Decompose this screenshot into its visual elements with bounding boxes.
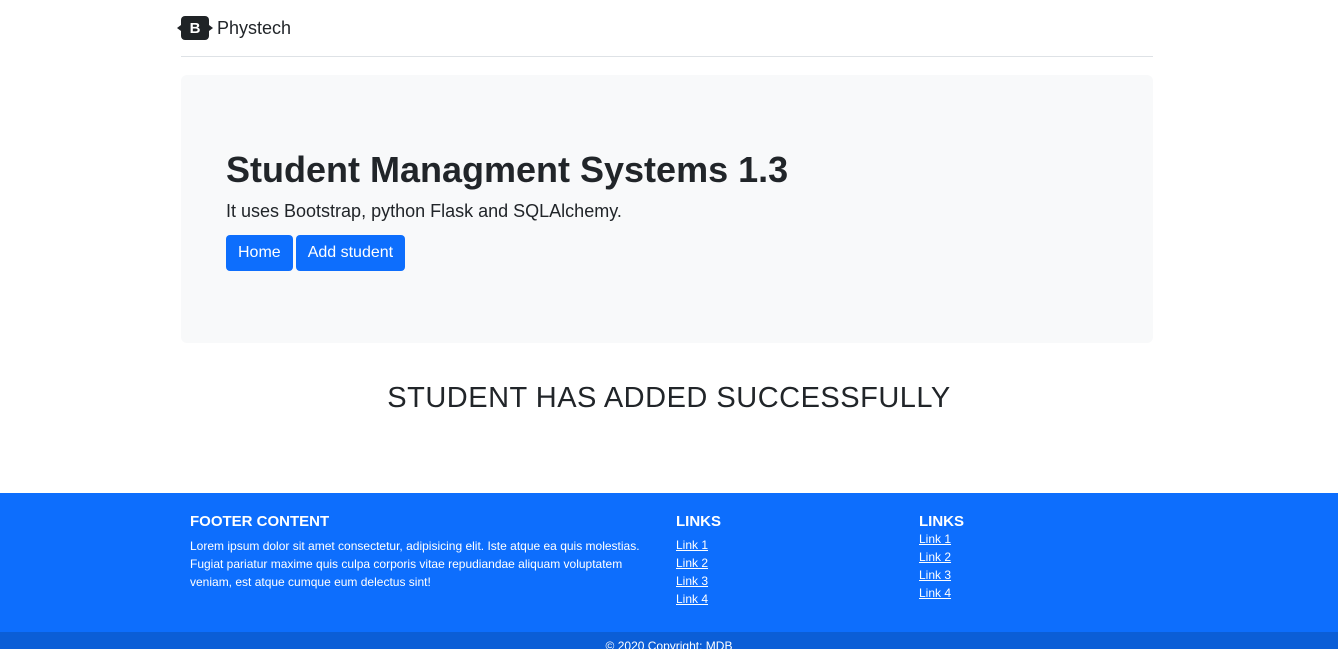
footer-links-title-1: LINKS [676, 513, 721, 530]
page-title: Student Managment Systems 1.3 [226, 149, 789, 190]
copyright-bar: © 2020 Copyright: MDB [0, 632, 1338, 649]
footer-link[interactable]: Link 3 [919, 568, 951, 582]
home-button[interactable]: Home [226, 235, 293, 271]
brand-name: Phystech [217, 17, 292, 38]
list-item: Link 3 [676, 572, 708, 590]
list-item: Link 2 [919, 548, 951, 566]
footer-link[interactable]: Link 2 [676, 556, 708, 570]
bootstrap-logo-icon: B [177, 16, 213, 40]
brand-link[interactable]: B Phystech [177, 16, 292, 40]
list-item: Link 4 [676, 590, 708, 608]
copyright-text: © 2020 Copyright: MDB [605, 639, 733, 649]
footer-content-text: Lorem ipsum dolor sit amet consectetur, … [190, 539, 640, 589]
footer-link[interactable]: Link 4 [676, 592, 708, 606]
hero-subtitle: It uses Bootstrap, python Flask and SQLA… [226, 201, 622, 221]
footer-link[interactable]: Link 1 [919, 532, 951, 546]
footer-link[interactable]: Link 4 [919, 586, 951, 600]
footer-links-title-2: LINKS [919, 513, 964, 530]
hero-buttons: Home Add student [226, 235, 406, 271]
list-item: Link 3 [919, 566, 951, 584]
footer-content-title: FOOTER CONTENT [190, 513, 330, 530]
footer: FOOTER CONTENT Lorem ipsum dolor sit ame… [0, 493, 1338, 632]
add-student-button[interactable]: Add student [295, 235, 406, 271]
navbar: B Phystech [177, 0, 1153, 57]
footer-link[interactable]: Link 1 [676, 538, 708, 552]
list-item: Link 1 [919, 530, 951, 548]
success-message: STUDENT HAS ADDED SUCCESSFULLY [387, 382, 951, 414]
list-item: Link 2 [676, 554, 708, 572]
footer-links-list-2: Link 1 Link 2 Link 3 Link 4 [919, 530, 951, 602]
list-item: Link 4 [919, 584, 951, 602]
hero-section: Student Managment Systems 1.3 It uses Bo… [181, 75, 1153, 343]
footer-link[interactable]: Link 2 [919, 550, 951, 564]
footer-link[interactable]: Link 3 [676, 574, 708, 588]
list-item: Link 1 [676, 536, 708, 554]
footer-links-list-1: Link 1 Link 2 Link 3 Link 4 [676, 536, 708, 608]
